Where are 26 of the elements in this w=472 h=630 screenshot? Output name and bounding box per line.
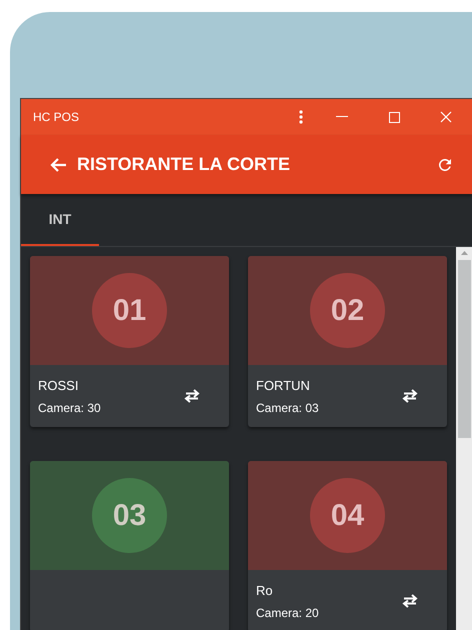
close-icon [440,111,452,123]
window-title: HC POS [33,110,80,124]
table-card[interactable]: 01 ROSSI Camera: 30 [30,256,229,427]
room-number: Camera: 03 [256,400,320,414]
scroll-up-icon[interactable] [460,251,468,255]
back-button[interactable] [49,156,67,172]
scrollbar[interactable] [456,247,472,630]
tab[interactable]: INT [21,194,99,246]
vertical-dots-icon [299,110,303,124]
guest-name: Ro [256,582,274,598]
table-number: 03 [92,478,167,553]
table-number: 02 [310,273,385,348]
app-title: RISTORANTE LA CORTE [77,154,292,175]
transfer-button[interactable] [183,389,201,403]
guest-name: FORTUN [256,378,311,392]
transfer-button[interactable] [401,594,419,608]
room-number: Camera: 20 [256,606,320,620]
minimize-icon [336,116,348,118]
table-number: 01 [92,273,167,348]
transfer-button[interactable] [401,389,419,403]
table-number: 04 [310,478,385,553]
room-number: Camera: 30 [38,400,102,414]
table-card[interactable]: 04 Ro Camera: 20 [248,461,447,630]
maximize-icon [388,112,400,122]
table-card[interactable]: 02 FORTUN Camera: 03 [248,256,447,427]
guest-name: ROSSI [38,378,80,392]
